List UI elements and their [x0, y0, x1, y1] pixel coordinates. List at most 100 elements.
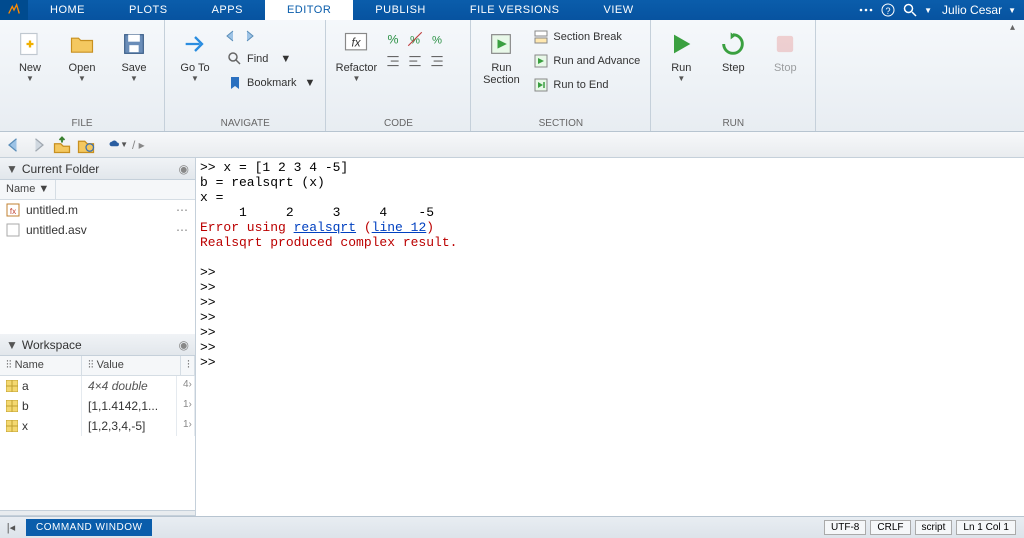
indent-icon[interactable]	[384, 52, 402, 70]
command-window[interactable]: >> x = [1 2 3 4 -5] b = realsqrt (x) x =…	[196, 158, 1024, 516]
sb-scroll-left-icon[interactable]: |◂	[2, 520, 20, 536]
refactor-icon: fx	[342, 30, 370, 58]
run-button[interactable]: Run▼	[657, 24, 705, 116]
ws-extra-header[interactable]: ⫶	[181, 356, 195, 375]
svg-text:%: %	[388, 33, 399, 47]
folder-name-header[interactable]: Name ▼	[0, 180, 56, 199]
svg-text:%: %	[410, 35, 420, 47]
ws-row[interactable]: x [1,2,3,4,-5] 1›	[0, 416, 195, 436]
run-icon	[667, 30, 695, 58]
run-section-button[interactable]: Run Section	[477, 24, 525, 116]
current-folder-header: ▼ Current Folder ◉	[0, 158, 195, 180]
status-bar: |◂ COMMAND WINDOW UTF-8 CRLF script Ln 1…	[0, 516, 1024, 538]
user-dropdown-icon[interactable]: ▼	[1008, 6, 1016, 15]
ws-row[interactable]: a 4×4 double 4›	[0, 376, 195, 396]
menubar-right: ? ▼ Julio Cesar ▼	[858, 2, 1024, 18]
prompt: >>	[200, 340, 1020, 355]
app-logo[interactable]	[0, 0, 28, 20]
ws-name-header[interactable]: ⫶⫶ Name	[0, 356, 82, 375]
new-file-icon	[16, 30, 44, 58]
cloud-icon[interactable]: ▼	[108, 135, 128, 155]
run-advance-icon	[533, 53, 549, 69]
uncomment-icon[interactable]: %	[406, 30, 424, 48]
nav-forward-icon[interactable]	[241, 28, 257, 44]
section-group-label: SECTION	[477, 116, 644, 129]
more-icon[interactable]	[858, 2, 874, 18]
panel-divider[interactable]	[0, 510, 195, 516]
wrap-comment-icon[interactable]: %	[428, 30, 446, 48]
tab-publish[interactable]: PUBLISH	[353, 0, 448, 20]
prompt: >>	[200, 325, 1020, 340]
path-toolbar: ▼ / ▸	[0, 132, 1024, 158]
bookmark-button[interactable]: Bookmark ▼	[223, 72, 319, 94]
menu-tabs: HOME PLOTS APPS EDITOR PUBLISH FILE VERS…	[28, 0, 858, 20]
tab-home[interactable]: HOME	[28, 0, 107, 20]
error-line-link[interactable]: line 12	[372, 220, 427, 235]
prompt: >>	[200, 310, 1020, 325]
tab-plots[interactable]: PLOTS	[107, 0, 190, 20]
svg-text:%: %	[432, 35, 442, 47]
step-button[interactable]: Step	[709, 24, 757, 116]
stop-icon	[771, 30, 799, 58]
search-dropdown-icon[interactable]: ▼	[924, 6, 932, 15]
section-break-button[interactable]: Section Break	[529, 26, 644, 48]
tab-view[interactable]: VIEW	[582, 0, 656, 20]
user-name[interactable]: Julio Cesar	[942, 3, 1002, 17]
navigate-column: Find ▼ Bookmark ▼	[223, 24, 319, 116]
tab-apps[interactable]: APPS	[190, 0, 265, 20]
new-button[interactable]: New▼	[6, 24, 54, 116]
workspace-settings-icon[interactable]: ◉	[179, 338, 189, 352]
file-more-icon[interactable]: ⋯	[176, 223, 189, 237]
smart-indent-icon[interactable]	[428, 52, 446, 70]
ws-value-header[interactable]: ⫶⫶ Value	[82, 356, 181, 375]
nav-back-icon[interactable]	[223, 28, 239, 44]
error-func-link[interactable]: realsqrt	[294, 220, 356, 235]
top-menubar: HOME PLOTS APPS EDITOR PUBLISH FILE VERS…	[0, 0, 1024, 20]
ribbon-toolbar: ▴ New▼ Open▼ Save▼ FILE Go To▼	[0, 20, 1024, 132]
file-more-icon[interactable]: ⋯	[176, 203, 189, 217]
collapse-folder-icon[interactable]: ▼	[6, 162, 18, 176]
asv-file-icon	[6, 223, 20, 237]
prompt: >>	[200, 295, 1020, 310]
eol-indicator[interactable]: CRLF	[870, 520, 910, 535]
goto-button[interactable]: Go To▼	[171, 24, 219, 116]
main-area: ▼ Current Folder ◉ Name ▼ fx untitled.m …	[0, 158, 1024, 516]
section-column: Section Break Run and Advance Run to End	[529, 24, 644, 116]
stop-button: Stop	[761, 24, 809, 116]
ribbon-group-file: New▼ Open▼ Save▼ FILE	[0, 20, 165, 131]
run-end-icon	[533, 77, 549, 93]
encoding-indicator[interactable]: UTF-8	[824, 520, 866, 535]
refactor-button[interactable]: fx Refactor▼	[332, 24, 380, 116]
run-to-end-button[interactable]: Run to End	[529, 74, 644, 96]
open-button[interactable]: Open▼	[58, 24, 106, 116]
path-browse-icon[interactable]	[76, 135, 96, 155]
run-advance-button[interactable]: Run and Advance	[529, 50, 644, 72]
collapse-workspace-icon[interactable]: ▼	[6, 338, 18, 352]
outdent-icon[interactable]	[406, 52, 424, 70]
path-back-icon[interactable]	[4, 135, 24, 155]
workspace-columns: ⫶⫶ Name ⫶⫶ Value ⫶	[0, 356, 195, 376]
goto-icon	[181, 30, 209, 58]
comment-icon[interactable]: %	[384, 30, 402, 48]
cursor-position[interactable]: Ln 1 Col 1	[956, 520, 1016, 535]
cmd-line: 1 2 3 4 -5	[200, 205, 1020, 220]
file-row[interactable]: untitled.asv ⋯	[0, 220, 195, 240]
find-button[interactable]: Find ▼	[223, 48, 319, 70]
code-group-label: CODE	[332, 116, 464, 129]
file-group-label: FILE	[6, 116, 158, 129]
ribbon-group-navigate: Go To▼ Find ▼ Bookmark ▼ NAVIGAT	[165, 20, 326, 131]
search-icon[interactable]	[902, 2, 918, 18]
help-icon[interactable]: ?	[880, 2, 896, 18]
tab-file-versions[interactable]: FILE VERSIONS	[448, 0, 582, 20]
command-window-tab[interactable]: COMMAND WINDOW	[26, 519, 152, 536]
folder-settings-icon[interactable]: ◉	[179, 162, 189, 176]
ws-row[interactable]: b [1,1.4142,1... 1›	[0, 396, 195, 416]
tab-editor[interactable]: EDITOR	[265, 0, 353, 20]
ribbon-collapse-icon[interactable]: ▴	[1010, 22, 1022, 34]
file-row[interactable]: fx untitled.m ⋯	[0, 200, 195, 220]
path-forward-icon[interactable]	[28, 135, 48, 155]
save-button[interactable]: Save▼	[110, 24, 158, 116]
path-up-icon[interactable]	[52, 135, 72, 155]
filetype-indicator[interactable]: script	[915, 520, 953, 535]
folder-file-list: fx untitled.m ⋯ untitled.asv ⋯	[0, 200, 195, 334]
